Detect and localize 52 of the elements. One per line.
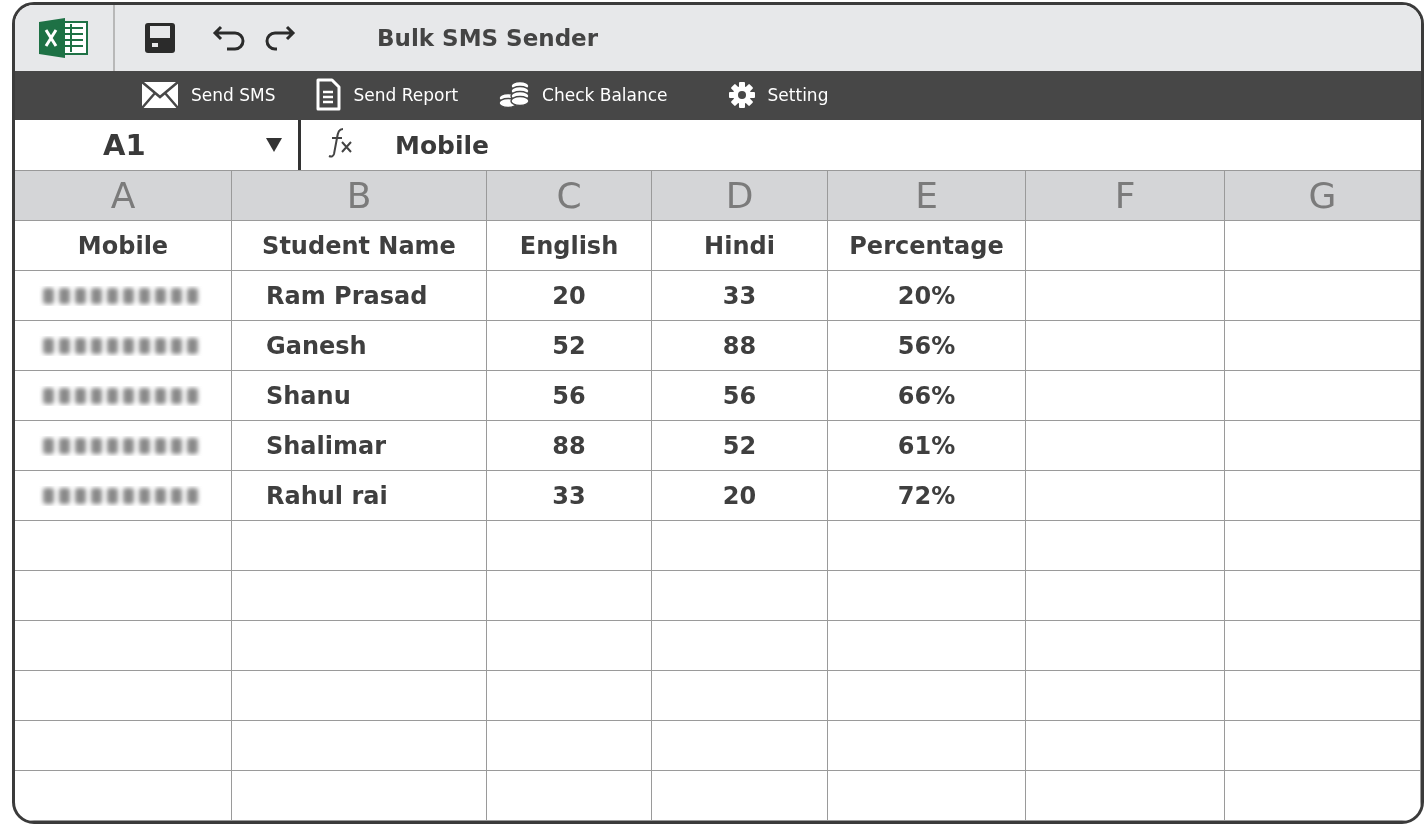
toolbar-button[interactable]: Send SMS (141, 81, 276, 110)
column-header[interactable]: F (1026, 171, 1225, 221)
settings-icon (727, 81, 756, 110)
undo-icon (211, 24, 245, 51)
formula-field[interactable]: Mobile (395, 130, 490, 160)
column-header[interactable]: A (15, 171, 232, 221)
column-header[interactable]: E (828, 171, 1026, 221)
undo-button[interactable] (211, 24, 245, 51)
table-cell: 33 (652, 271, 828, 321)
table-cell: Mobile (15, 221, 232, 271)
table-cell: 72% (828, 471, 1026, 521)
table-cell: 88 (487, 421, 652, 471)
table-cell: 52 (652, 421, 828, 471)
table-cell: 33 (487, 471, 652, 521)
table-cell: 56 (487, 371, 652, 421)
table-cell: Hindi (652, 221, 828, 271)
table-cell: 61% (828, 421, 1026, 471)
toolbar-button[interactable]: Check Balance (498, 80, 668, 111)
table-cell: 20 (487, 271, 652, 321)
column-header[interactable]: D (652, 171, 828, 221)
coins-icon (498, 80, 531, 111)
column-header[interactable]: G (1225, 171, 1421, 221)
spreadsheet-logo-icon (39, 17, 89, 58)
table-cell: 20% (828, 271, 1026, 321)
table-cell: 66% (828, 371, 1026, 421)
save-button[interactable] (145, 22, 175, 53)
dropdown-button[interactable] (266, 138, 282, 153)
table-cell: 88 (652, 321, 828, 371)
save-icon (145, 22, 175, 53)
document-icon (315, 78, 342, 113)
table-cell: Shalimar (232, 421, 487, 471)
window-title: Bulk SMS Sender (377, 24, 599, 51)
caret-icon (266, 138, 282, 153)
toolbar-button[interactable]: Setting (727, 81, 829, 110)
table-cell: Percentage (828, 221, 1026, 271)
toolbar-button[interactable]: Send Report (315, 78, 459, 113)
table-cell: Shanu (232, 371, 487, 421)
table-cell: Rahul rai (232, 471, 487, 521)
table-cell: Student Name (232, 221, 487, 271)
redo-button[interactable] (263, 24, 297, 51)
redo-icon (263, 24, 297, 51)
column-header[interactable]: C (487, 171, 652, 221)
table-cell: Ganesh (232, 321, 487, 371)
table-cell: 56 (652, 371, 828, 421)
table-cell: English (487, 221, 652, 271)
envelope-icon (141, 81, 179, 110)
table-cell: 56% (828, 321, 1026, 371)
table-cell: 20 (652, 471, 828, 521)
table-cell: 52 (487, 321, 652, 371)
column-header[interactable]: B (232, 171, 487, 221)
cell-reference: A1 (103, 128, 146, 163)
table-cell: Ram Prasad (232, 271, 487, 321)
